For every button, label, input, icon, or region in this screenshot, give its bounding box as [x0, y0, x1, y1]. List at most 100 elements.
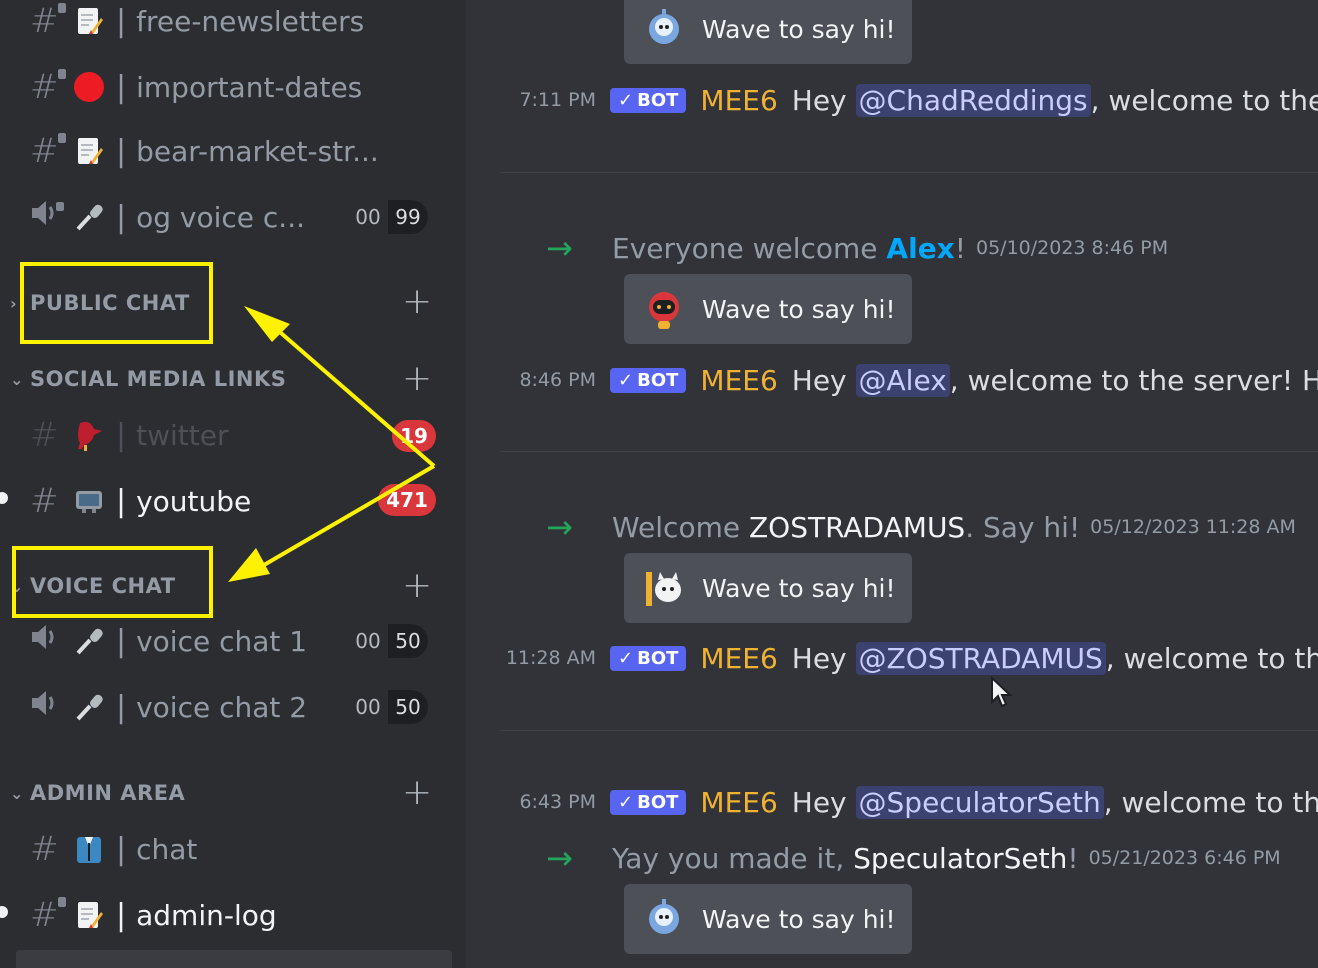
channel-label: admin-log	[136, 898, 277, 932]
highlight-box-public-chat	[20, 262, 213, 344]
bot-tag: ✓ BOT	[610, 645, 687, 671]
check-icon: ✓	[618, 647, 634, 669]
locked-hash-icon: #	[30, 1, 72, 41]
chevron-down-icon: ⌄	[10, 783, 24, 803]
user-mention[interactable]: @ZOSTRADAMUS	[855, 641, 1106, 675]
user-name[interactable]: ZOSTRADAMUS	[749, 511, 965, 544]
create-channel-button[interactable]: +	[402, 284, 432, 320]
message-pane	[466, 0, 1318, 968]
channel-label: free-newsletters	[136, 4, 365, 38]
message-row: 7:11 PM ✓ BOT MEE6 Hey @ChadReddings, wel…	[500, 80, 1318, 120]
microphone-icon	[72, 624, 106, 658]
voice-user-count: 00 50	[348, 624, 428, 658]
create-channel-button[interactable]: +	[402, 775, 432, 811]
channel-label: voice chat 1	[136, 624, 308, 658]
join-message: → Everyone welcome Alex! 05/10/2023 8:46…	[546, 229, 1169, 267]
selected-channel-row[interactable]	[16, 950, 452, 968]
robot-sticker-icon	[640, 285, 688, 333]
message-timestamp: 7:11 PM	[519, 89, 596, 111]
check-icon: ✓	[618, 791, 634, 813]
user-mention[interactable]: @SpeculatorSeth	[855, 785, 1104, 819]
wave-to-say-hi-button[interactable]: Wave to say hi!	[624, 553, 912, 623]
mention-badge: 471	[378, 484, 436, 516]
message-author[interactable]: MEE6	[700, 84, 777, 117]
user-name[interactable]: SpeculatorSeth	[853, 842, 1067, 875]
microphone-icon	[72, 200, 106, 234]
category-label: ADMIN AREA	[30, 781, 186, 805]
join-arrow-icon: →	[546, 839, 573, 877]
message-author[interactable]: MEE6	[700, 786, 777, 819]
voice-channel-og[interactable]: | og voice c...	[30, 192, 305, 242]
message-timestamp: 05/12/2023 11:28 AM	[1090, 516, 1296, 538]
create-channel-button[interactable]: +	[402, 568, 432, 604]
locked-hash-icon: #	[30, 131, 72, 171]
bot-tag: ✓ BOT	[610, 789, 687, 815]
cat-sticker-icon	[640, 564, 688, 612]
unread-indicator	[0, 906, 8, 918]
voice-user-count: 00 99	[348, 200, 428, 234]
user-name[interactable]: Alex	[886, 232, 954, 265]
channel-label: og voice c...	[136, 200, 306, 234]
locked-speaker-icon	[30, 197, 72, 237]
channel-label: important-dates	[136, 70, 363, 104]
voice-user-count: 00 50	[348, 690, 428, 724]
category-label: SOCIAL MEDIA LINKS	[30, 367, 287, 391]
channel-sidebar: # | free-newsletters # | important-dates…	[0, 0, 466, 968]
memo-icon	[72, 134, 106, 168]
check-icon: ✓	[618, 369, 634, 391]
message-text: Hey @ZOSTRADAMUS, welcome to the	[791, 641, 1318, 675]
speaker-icon	[30, 687, 72, 727]
join-arrow-icon: →	[546, 508, 573, 546]
message-divider	[500, 172, 1318, 173]
message-timestamp: 6:43 PM	[519, 791, 596, 813]
channel-label: twitter	[136, 418, 229, 452]
channel-admin-log[interactable]: # | admin-log	[30, 890, 277, 940]
wave-to-say-hi-button[interactable]: Wave to say hi!	[624, 884, 912, 954]
chevron-down-icon: ⌄	[10, 369, 24, 389]
channel-youtube[interactable]: # | youtube	[30, 476, 251, 526]
memo-icon	[72, 4, 106, 38]
message-row: 8:46 PM ✓ BOT MEE6 Hey @Alex, welcome to …	[500, 360, 1318, 400]
message-text: Hey @ChadReddings, welcome to the s	[791, 83, 1318, 117]
hash-icon: #	[30, 415, 59, 455]
robot-sticker-icon	[640, 895, 688, 943]
voice-channel-2[interactable]: | voice chat 2	[30, 682, 307, 732]
category-admin-area[interactable]: ⌄ ADMIN AREA	[10, 778, 185, 808]
wave-to-say-hi-button[interactable]: Wave to say hi!	[624, 274, 912, 344]
user-mention[interactable]: @ChadReddings	[855, 83, 1091, 117]
message-row: 6:43 PM ✓ BOT MEE6 Hey @SpeculatorSeth, w…	[500, 782, 1318, 822]
channel-label: youtube	[136, 484, 252, 518]
channel-twitter[interactable]: # | twitter	[30, 410, 228, 460]
bot-tag: ✓ BOT	[610, 87, 687, 113]
channel-bear-market[interactable]: # | bear-market-str...	[30, 126, 379, 176]
channel-label: voice chat 2	[136, 690, 308, 724]
message-timestamp: 8:46 PM	[519, 369, 596, 391]
microphone-icon	[72, 690, 106, 724]
hash-icon: #	[30, 481, 59, 521]
message-author[interactable]: MEE6	[700, 642, 777, 675]
speaker-icon	[30, 621, 72, 661]
message-author[interactable]: MEE6	[700, 364, 777, 397]
channel-free-newsletters[interactable]: # | free-newsletters	[30, 0, 364, 46]
message-timestamp: 11:28 AM	[505, 647, 596, 669]
locked-hash-icon: #	[30, 67, 72, 107]
join-message: → Welcome ZOSTRADAMUS. Say hi! 05/12/202…	[546, 508, 1296, 546]
television-icon	[72, 484, 106, 518]
robot-sticker-icon	[640, 5, 688, 53]
message-text: Hey @SpeculatorSeth, welcome to the	[791, 785, 1318, 819]
create-channel-button[interactable]: +	[402, 361, 432, 397]
channel-important-dates[interactable]: # | important-dates	[30, 62, 362, 112]
voice-channel-1[interactable]: | voice chat 1	[30, 616, 307, 666]
wave-to-say-hi-button[interactable]: Wave to say hi!	[624, 0, 912, 64]
category-social-media-links[interactable]: ⌄ SOCIAL MEDIA LINKS	[10, 364, 286, 394]
message-timestamp: 05/21/2023 6:46 PM	[1088, 847, 1281, 869]
bird-icon	[72, 418, 106, 452]
channel-chat[interactable]: # | chat	[30, 824, 197, 874]
highlight-box-voice-chat	[12, 546, 213, 618]
unread-indicator	[0, 492, 8, 504]
suit-icon	[72, 832, 106, 866]
message-row: 11:28 AM ✓ BOT MEE6 Hey @ZOSTRADAMUS, wel…	[500, 638, 1318, 678]
mention-badge: 19	[392, 420, 436, 452]
user-mention[interactable]: @Alex	[855, 363, 950, 397]
message-divider	[500, 451, 1318, 452]
